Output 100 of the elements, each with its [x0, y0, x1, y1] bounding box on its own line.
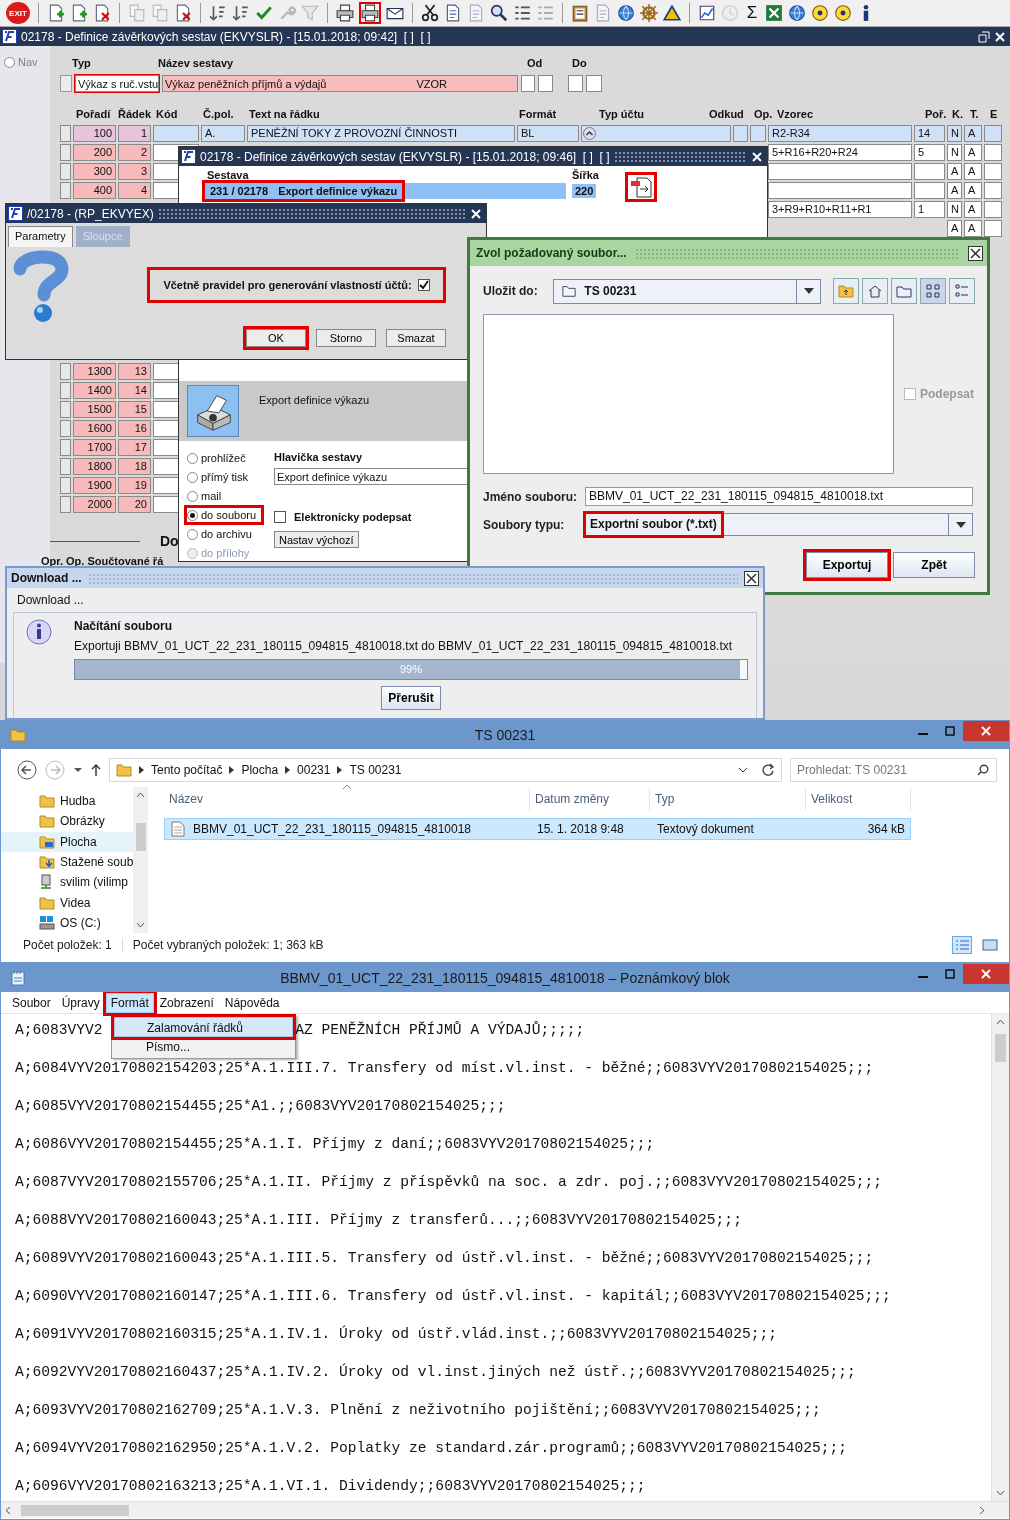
table-cell: 100	[73, 125, 116, 142]
field-label: Jméno souboru:	[483, 489, 575, 504]
output-radio[interactable]: mail	[187, 489, 261, 503]
table-cell: 15	[118, 401, 151, 418]
menu-item[interactable]: Úpravy	[56, 992, 105, 1013]
column-header[interactable]: Typ	[650, 788, 806, 810]
column-header: Text na řádku	[249, 108, 321, 120]
file-row[interactable]: BBMV_01_UCT_22_231_180115_094815_4810018 15. 1. 2018 9:48 Textový dokument 364 kB	[164, 818, 911, 840]
table-cell: 14	[914, 125, 945, 142]
set-default-button[interactable]: Nastav výchozí	[274, 531, 359, 548]
field-label: Hlavička sestavy	[274, 451, 364, 465]
column-header: Op.	[754, 108, 774, 120]
report-header-text: Export definice výkazu	[259, 394, 370, 406]
text-line: A;6087VYV20170802155706;25*A.1.II. Příjmy z příspěvků na soc. a zdr. poj.;;6083VYV20170802154025;;;	[15, 1174, 882, 1190]
table-cell: A.	[201, 125, 245, 142]
section-label: Do	[160, 533, 179, 549]
table-cell: A	[964, 125, 982, 142]
column-header: K.	[952, 108, 964, 120]
tab[interactable]: Parametry	[8, 226, 73, 247]
text-line: A;6089VYV20170802160043;25*A.1.III.5. Transfery od ústř.vl.inst. - běžné;;6083VYV20170802154025;;;	[15, 1250, 874, 1266]
output-radio[interactable]: do archivu	[187, 527, 261, 541]
column-header: Sestava	[207, 169, 250, 182]
text-line: A;6086VYV20170802154455;25*A.1.I. Příjmy z daní;;6083VYV20170802154025;;;	[15, 1136, 655, 1152]
window-title: Download ...	[11, 571, 82, 585]
dialog-button[interactable]: Zpět	[893, 552, 975, 578]
table-cell: 20	[118, 496, 151, 513]
table-cell: 5+R16+R20+R24	[768, 144, 912, 161]
output-radio[interactable]: do souboru	[187, 508, 261, 522]
output-radio[interactable]: prohlížeč	[187, 451, 261, 465]
nav-item[interactable]: Obrázky	[1, 811, 134, 832]
folder-dropdown[interactable]: TS 00231	[553, 278, 821, 304]
text-line: A;6088VYV20170802160043;25*A.1.III. Příjmy z transferů...;;6083VYV20170802154025;;;	[15, 1212, 742, 1228]
dialog-button[interactable]: Exportuj	[806, 552, 888, 578]
text-line: A;6090VYV20170802160147;25*A.1.III.6. Transfery od ústř.vl.inst. - kapitál;;6083VYV20170802154025;;;	[15, 1288, 891, 1304]
window-title: BBMV_01_UCT_22_231_180115_094815_4810018 – Poznámkový blok	[280, 970, 730, 986]
table-cell: 1	[118, 125, 151, 142]
menu-item[interactable]: Soubor	[7, 992, 56, 1013]
sum-button[interactable]: Σ	[744, 3, 760, 23]
cancel-button[interactable]: Přerušit	[381, 686, 441, 710]
menu-item[interactable]: Zalamování řádků	[114, 1017, 293, 1037]
breadcrumb[interactable]: 00231	[297, 763, 331, 777]
dialog-button[interactable]: Storno	[316, 329, 376, 347]
table-cell: 1800	[73, 458, 116, 475]
table-cell: 1500	[73, 401, 116, 418]
text-line: AZ PENĚŽNÍCH PŘÍJMŮ A VÝDAJŮ;;;;;	[295, 1022, 585, 1038]
table-cell: 1700	[73, 439, 116, 456]
address-bar[interactable]: Tento počítač Plocha 00231 TS 00231	[109, 758, 782, 782]
window-title: Zvol požadovaný soubor...	[476, 246, 627, 260]
breadcrumb[interactable]: Tento počítač	[151, 763, 223, 777]
table-cell: A	[964, 182, 982, 199]
table-cell: 300	[73, 163, 116, 180]
status-text: Počet položek: 1	[23, 937, 112, 952]
nav-item[interactable]: Plocha	[1, 831, 134, 852]
nav-item[interactable]: svilim (vilimp	[1, 872, 134, 893]
nav-item[interactable]: Stažené soub	[1, 851, 134, 873]
column-header: Č.pol.	[203, 108, 235, 120]
menu-item[interactable]: Nápověda	[219, 992, 285, 1013]
column-header: Formát	[519, 108, 558, 120]
dialog-button[interactable]: OK	[246, 329, 306, 347]
table-cell: 3+R9+R10+R11+R1	[768, 201, 912, 218]
nav-item[interactable]: OS (C:)	[1, 912, 134, 933]
status-message: Exportuji BBMV_01_UCT_22_231_180115_094815_4810018.txt do BBMV_01_UCT_22_231_180115_094815_4810018.txt	[74, 639, 734, 653]
column-header[interactable]: Název	[164, 788, 530, 810]
type-field[interactable]: Výkaz s ruč.vstu	[75, 75, 159, 92]
table-cell: PENĚŽNÍ TOKY Z PROVOZNÍ ČINNOSTI	[247, 125, 515, 142]
table-cell: 1	[914, 201, 945, 218]
window-title: TS 00231	[474, 727, 536, 743]
column-header: Vzorec	[777, 108, 815, 120]
output-radio[interactable]: přímý tisk	[187, 470, 261, 484]
checkbox-label: Podepsat	[920, 387, 974, 401]
column-header: Pořadí	[76, 108, 112, 120]
field-label: Název sestavy	[158, 57, 235, 69]
dialog-button[interactable]: Smazat	[386, 329, 446, 347]
selected-report-row[interactable]: 231 / 02178 Export definice výkazu	[205, 183, 566, 199]
exit-button[interactable]: EXIT	[6, 2, 30, 24]
column-headers: Opr. Op. Součtované řá	[41, 555, 165, 567]
menu-item[interactable]: Formát	[105, 992, 154, 1013]
menu-item[interactable]: Zobrazení	[154, 992, 219, 1013]
nav-item[interactable]: Videa	[1, 892, 134, 913]
search-field[interactable]: Prohledat: TS 00231	[790, 758, 997, 782]
name-field[interactable]: Výkaz peněžních příjmů a výdajů VZOR	[162, 75, 518, 92]
field-label: Soubory typu:	[483, 517, 566, 532]
nav-item[interactable]: Hudba	[1, 791, 134, 812]
table-cell: A	[964, 144, 982, 161]
field-label: Do	[572, 57, 587, 69]
file-type-dropdown[interactable]: Exportní soubor (*.txt)	[585, 513, 973, 536]
table-cell: 1600	[73, 420, 116, 437]
menu-item[interactable]: Písmo...	[114, 1037, 293, 1057]
table-cell: 1900	[73, 477, 116, 494]
table-cell: 2000	[73, 496, 116, 513]
breadcrumb[interactable]: TS 00231	[349, 763, 402, 777]
checkbox-label: Elektronicky podepsat	[294, 511, 412, 523]
breadcrumb[interactable]: Plocha	[241, 763, 279, 777]
table-cell: BL	[517, 125, 579, 142]
column-header: Poř.	[925, 108, 948, 120]
report-code: 231 / 02178	[210, 185, 269, 197]
filename-field[interactable]: BBMV_01_UCT_22_231_180115_094815_4810018.txt	[585, 487, 973, 506]
column-header[interactable]: Datum změny	[530, 788, 650, 810]
column-header[interactable]: Velikost	[806, 788, 911, 810]
table-cell: N	[947, 144, 962, 161]
